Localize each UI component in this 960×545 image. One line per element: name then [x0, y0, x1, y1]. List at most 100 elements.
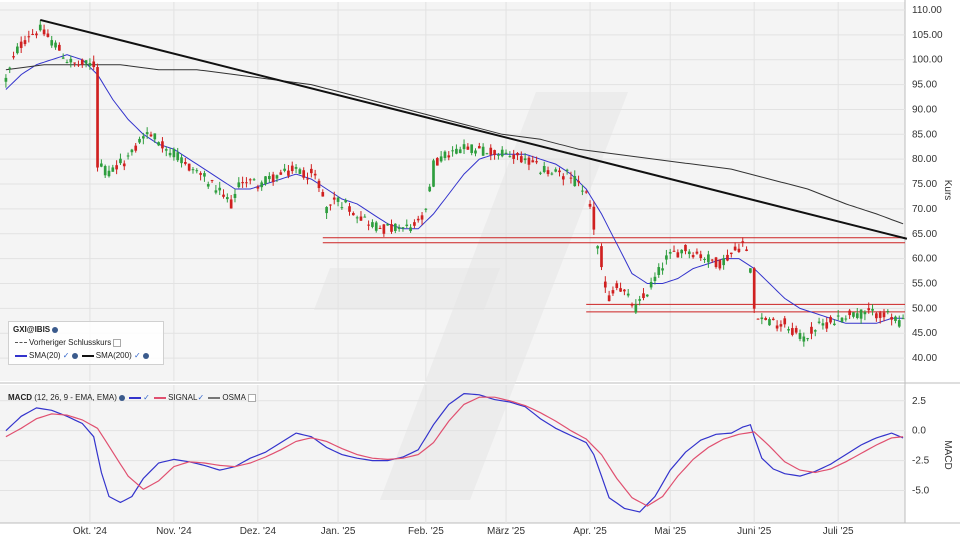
candle-body — [554, 169, 558, 172]
candle-body — [397, 227, 401, 229]
candle-body — [348, 206, 351, 212]
candle-body — [130, 149, 134, 153]
candle-body — [756, 318, 760, 320]
candle-body — [149, 134, 153, 137]
candle-body — [539, 172, 542, 174]
macd-legend: MACD (12, 26, 9 - EMA, EMA) ✓ SIGNAL✓ OS… — [8, 393, 256, 405]
candle-body — [413, 222, 416, 226]
candle-body — [592, 206, 596, 230]
candle-body — [806, 338, 809, 340]
candle-body — [737, 248, 741, 252]
candle-body — [298, 169, 302, 174]
candle-body — [420, 215, 424, 220]
candle-body — [458, 149, 462, 154]
macd-swatch — [129, 396, 142, 399]
candle-body — [527, 157, 531, 165]
candle-body — [363, 216, 367, 218]
candle-body — [546, 170, 550, 175]
candle-body — [374, 222, 378, 231]
info-icon[interactable] — [52, 326, 59, 333]
candle-body — [199, 173, 202, 175]
candle-body — [222, 194, 225, 197]
candle-body — [665, 255, 668, 260]
candle-body — [332, 197, 336, 200]
candle-body — [210, 180, 214, 182]
candle-body — [867, 308, 871, 311]
check-icon[interactable]: ✓ — [134, 351, 141, 360]
candle-body — [901, 318, 905, 320]
candle-body — [386, 224, 390, 226]
candle-body — [172, 148, 176, 158]
candle-body — [596, 246, 600, 249]
candle-body — [623, 289, 626, 292]
candle-body — [103, 166, 107, 176]
month-tick-label: Nov. '24 — [156, 526, 192, 537]
candle-body — [260, 182, 264, 188]
macd-tick-label: -5.0 — [912, 485, 930, 496]
candle-body — [600, 246, 603, 268]
candle-body — [550, 173, 554, 175]
check-icon[interactable]: ✓ — [143, 393, 150, 402]
checkbox-icon[interactable] — [113, 338, 122, 347]
checkbox-icon[interactable] — [247, 393, 256, 402]
price-tick-label: 85.00 — [912, 129, 937, 140]
candle-body — [367, 224, 370, 226]
candle-body — [203, 173, 206, 177]
candle-body — [290, 165, 294, 172]
price-tick-label: 70.00 — [912, 204, 937, 215]
candle-body — [577, 180, 580, 183]
candle-body — [474, 150, 477, 154]
chart-canvas: 110.00 105.00 100.00 95.00 90.00 85.00 80.00 75… — [0, 0, 960, 540]
candle-body — [829, 316, 832, 323]
candle-body — [561, 176, 565, 180]
candle-body — [573, 176, 577, 187]
check-icon[interactable]: ✓ — [63, 351, 70, 360]
candle-body — [306, 178, 309, 180]
macd-legend-title: MACD — [8, 393, 32, 402]
candle-body — [428, 186, 432, 192]
candle-body — [184, 162, 187, 164]
candle-body — [145, 132, 149, 135]
candle-body — [115, 165, 118, 170]
candle-body — [584, 191, 588, 193]
candle-body — [46, 33, 50, 37]
osma-swatch — [208, 396, 221, 399]
candle-body — [73, 62, 76, 64]
info-icon[interactable] — [118, 394, 125, 401]
info-icon[interactable] — [142, 352, 149, 359]
candle-body — [531, 160, 535, 163]
candle-body — [256, 186, 260, 189]
candle-body — [371, 222, 374, 227]
candle-body — [302, 170, 306, 178]
candle-body — [817, 321, 821, 323]
info-icon[interactable] — [71, 352, 78, 359]
candle-body — [23, 40, 27, 45]
candle-body — [42, 29, 46, 35]
month-tick-label: Juli '25 — [823, 526, 854, 537]
legend-item-prev-close: Vorheriger Schlusskurs — [29, 338, 112, 347]
price-tick-label: 40.00 — [912, 353, 937, 364]
candle-body — [813, 330, 817, 332]
candle-body — [802, 336, 806, 342]
candle-body — [309, 168, 313, 174]
candle-body — [649, 281, 653, 288]
candle-body — [168, 152, 172, 156]
price-tick-label: 100.00 — [912, 55, 943, 66]
candle-body — [519, 156, 523, 163]
candle-body — [894, 316, 897, 321]
candle-body — [245, 182, 248, 184]
candle-body — [634, 304, 638, 313]
candle-body — [4, 77, 8, 82]
candle-body — [672, 250, 676, 252]
candle-body — [393, 223, 397, 231]
candle-body — [500, 149, 504, 157]
candle-body — [859, 309, 863, 319]
price-legend: GXI@IBIS Vorheriger Schlusskurs SMA(20) … — [8, 321, 164, 365]
candle-body — [565, 169, 569, 171]
candle-body — [252, 179, 256, 181]
check-icon[interactable]: ✓ — [197, 393, 204, 402]
dashed-line-icon — [15, 342, 27, 344]
price-tick-label: 50.00 — [912, 303, 937, 314]
candle-body — [138, 138, 141, 143]
candle-body — [195, 170, 199, 172]
